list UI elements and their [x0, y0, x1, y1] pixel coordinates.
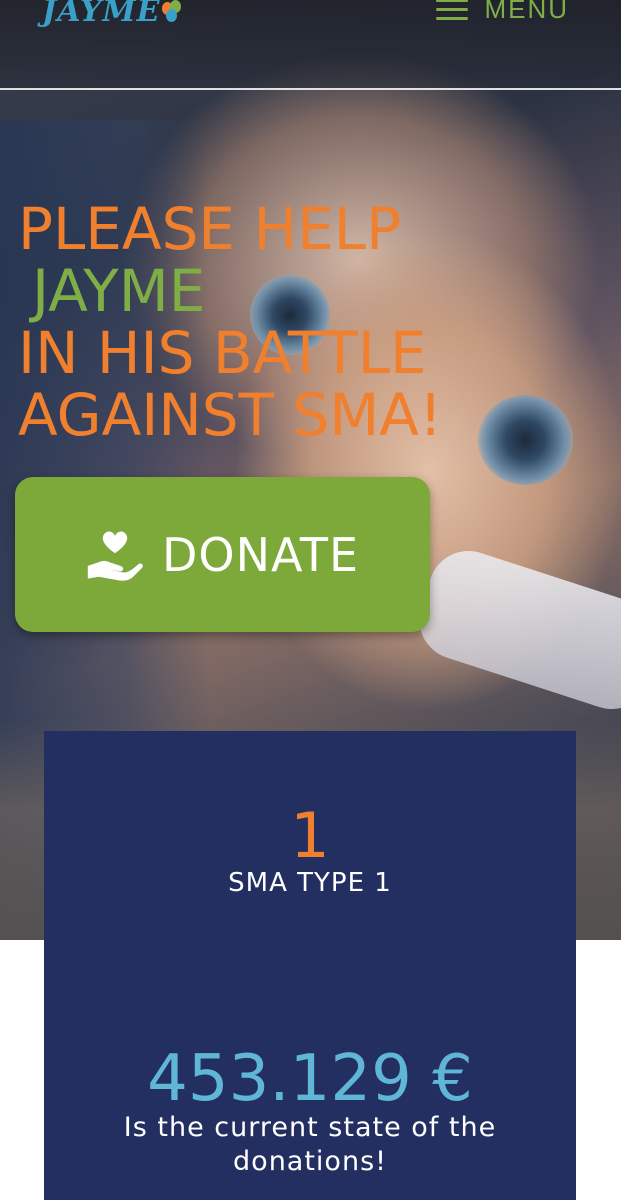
hero-tape — [408, 540, 621, 720]
headline-line-3: IN HIS BATTLE — [18, 319, 427, 387]
menu-label: MENU — [484, 0, 569, 24]
hamburger-icon — [436, 0, 469, 20]
donation-description: Is the current state of the donations! — [123, 1112, 497, 1177]
sma-type-number: 1 — [290, 799, 330, 872]
hero-headline: PLEASE HELP JAYME IN HIS BATTLE AGAINST … — [18, 198, 608, 446]
headline-name: JAYME — [32, 257, 206, 325]
site-logo[interactable]: JAYME — [42, 0, 184, 36]
logo-text: JAYME — [42, 0, 161, 29]
sma-type-label: SMA TYPE 1 — [228, 868, 392, 898]
stats-card: 1 SMA TYPE 1 453.129 € Is the current st… — [44, 731, 576, 1200]
headline-line-1: PLEASE HELP — [18, 195, 402, 263]
headline-line-4: AGAINST SMA! — [18, 381, 443, 449]
donate-label: DONATE — [161, 527, 360, 582]
site-header: JAYME MENU — [0, 0, 621, 90]
logo-mark-icon — [162, 0, 184, 22]
menu-button[interactable]: MENU — [436, 0, 569, 25]
donate-button[interactable]: DONATE — [15, 477, 430, 632]
donation-amount: 453.129 € — [147, 1042, 473, 1116]
heart-hand-icon — [87, 531, 143, 581]
